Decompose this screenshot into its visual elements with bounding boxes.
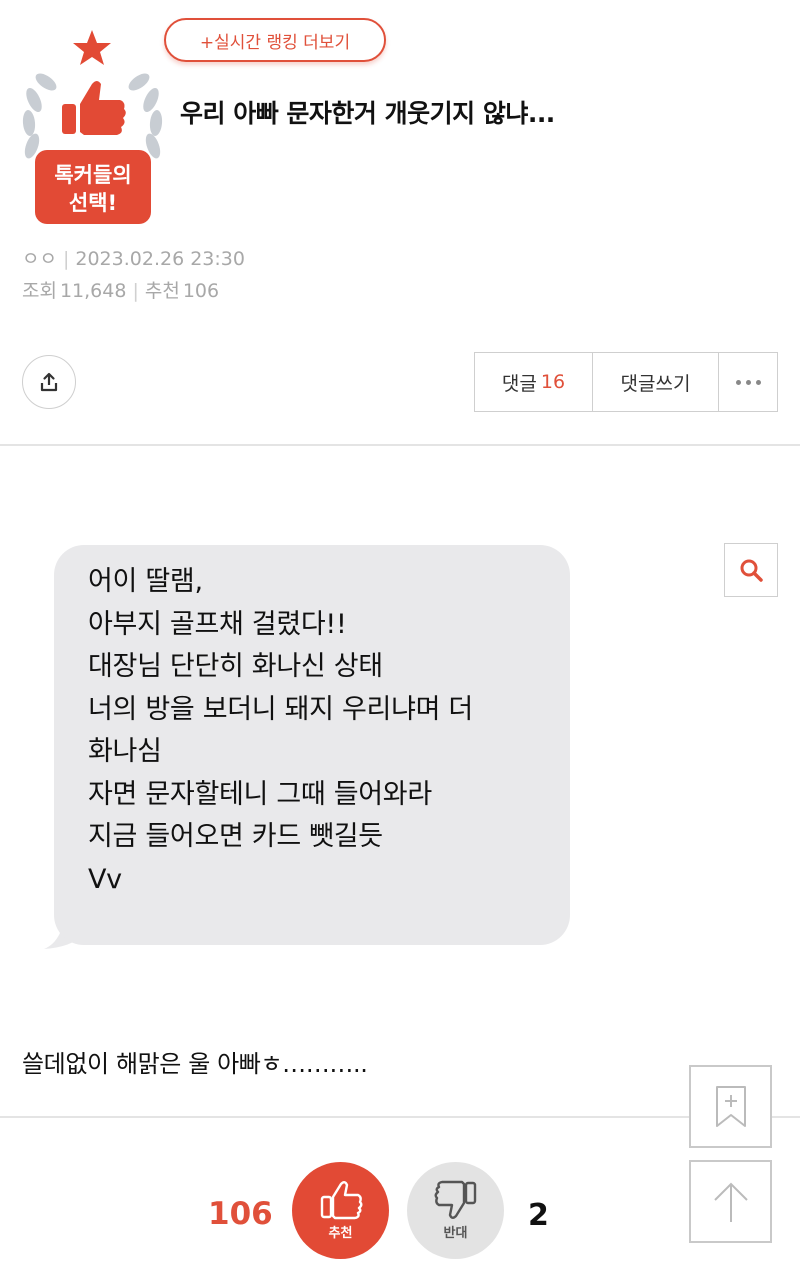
comment-actions: 댓글 16 댓글쓰기 — [474, 352, 778, 412]
thumbs-up-icon — [320, 1181, 362, 1220]
post-datetime: 2023.02.26 23:30 — [75, 248, 245, 270]
toker-choice-badge: 톡커들의 선택! — [20, 28, 165, 228]
oppose-button[interactable]: 반대 — [407, 1162, 504, 1259]
share-button[interactable] — [22, 355, 76, 409]
bookmark-button[interactable] — [689, 1065, 772, 1148]
badge-label-line2: 선택! — [69, 191, 117, 215]
message-bubble: 어이 딸램, 아부지 골프채 걸렸다!! 대장님 단단히 화나신 상태 너의 방… — [54, 545, 570, 945]
laurel-thumbs-up-emblem: 톡커들의 선택! — [22, 30, 163, 224]
views-count: 11,648 — [59, 280, 127, 302]
comments-label: 댓글 — [501, 372, 537, 395]
message-text: 어이 딸램, 아부지 골프채 걸렸다!! 대장님 단단히 화나신 상태 너의 방… — [88, 566, 473, 895]
body-divider — [0, 1116, 800, 1118]
bookmark-add-icon — [715, 1085, 746, 1127]
comments-button[interactable]: 댓글 16 — [475, 353, 593, 411]
comments-count: 16 — [540, 371, 566, 393]
arrow-up-icon — [713, 1182, 748, 1222]
recommend-count: 106 — [182, 280, 220, 302]
more-dots-icon — [735, 379, 761, 385]
recommend-label: 추천 — [328, 1226, 353, 1241]
author-name: ㅇㅇ — [22, 248, 57, 270]
post-stats: 조회 11,648 | 추천 106 — [22, 280, 220, 302]
share-icon — [40, 372, 58, 392]
post-author-date: ㅇㅇ | 2023.02.26 23:30 — [22, 248, 245, 270]
write-comment-button[interactable]: 댓글쓰기 — [593, 353, 719, 411]
recommend-vote-count: 106 — [208, 1196, 273, 1232]
post-body-text: 쓸데없이 해맑은 울 아빠ㅎ……….. — [22, 1050, 368, 1078]
image-zoom-button[interactable] — [724, 543, 778, 597]
message-screenshot: 어이 딸램, 아부지 골프채 걸렸다!! 대장님 단단히 화나신 상태 너의 방… — [42, 545, 574, 950]
recommend-label: 추천 — [144, 280, 180, 302]
thumbs-down-icon — [434, 1180, 476, 1219]
oppose-label: 반대 — [443, 1226, 468, 1241]
scroll-top-button[interactable] — [689, 1160, 772, 1243]
recommend-button[interactable]: 추천 — [292, 1162, 389, 1259]
search-icon — [740, 559, 763, 582]
badge-label-line1: 톡커들의 — [54, 163, 131, 187]
views-label: 조회 — [22, 280, 57, 302]
header-divider — [0, 444, 800, 446]
realtime-ranking-button[interactable]: +실시간 랭킹 더보기 — [164, 18, 386, 62]
more-options-button[interactable] — [719, 353, 777, 411]
oppose-vote-count: 2 — [528, 1198, 549, 1233]
post-title: 우리 아빠 문자한거 개웃기지 않냐... — [180, 99, 555, 128]
